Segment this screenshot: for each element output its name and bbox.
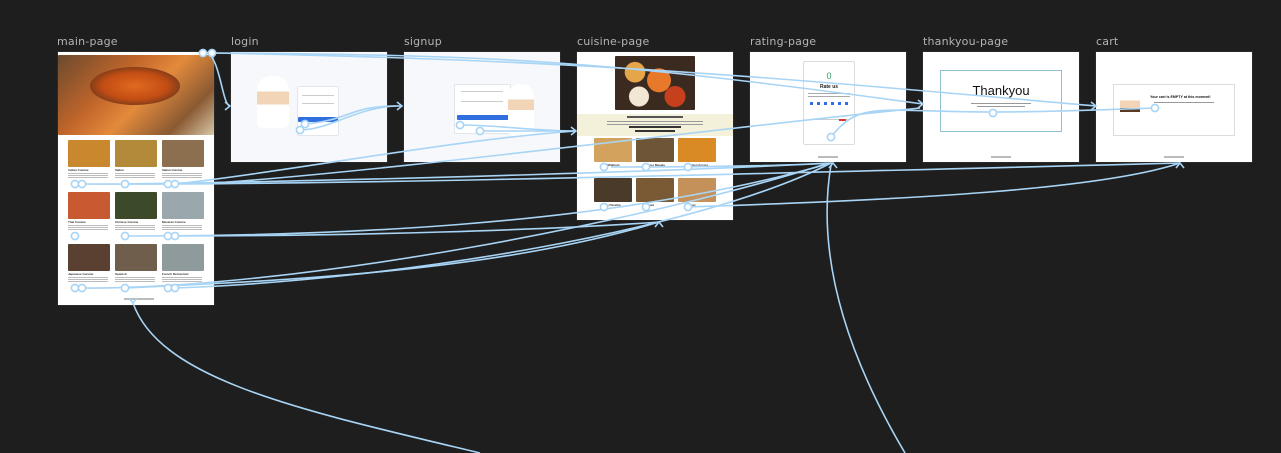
cart-empty-message: Your cart is EMPTY at this moment! bbox=[1150, 95, 1211, 99]
thankyou-heading: Thankyou bbox=[972, 83, 1030, 98]
arrow-head-icon bbox=[570, 126, 578, 136]
frame-label-cuisine-page[interactable]: cuisine-page bbox=[577, 35, 649, 48]
cuisine-card[interactable]: Japanese Cuisine bbox=[68, 244, 110, 290]
dish-title: Biryani bbox=[644, 203, 655, 207]
cart-card: Your cart is EMPTY at this moment! bbox=[1113, 84, 1235, 136]
cuisine-image bbox=[115, 244, 157, 271]
connection-wire[interactable] bbox=[686, 162, 1181, 208]
dish-image bbox=[594, 178, 632, 202]
email-input[interactable] bbox=[461, 101, 503, 102]
cuisine-image bbox=[115, 192, 157, 219]
dish-title: Burger bbox=[686, 203, 696, 207]
frame-label-signup[interactable]: signup bbox=[404, 35, 442, 48]
cuisine-title: Italian Cuisine bbox=[162, 168, 183, 172]
cuisine-title: Japanese Cuisine bbox=[68, 272, 94, 276]
password-input[interactable] bbox=[302, 103, 334, 104]
dish-card[interactable]: Dal Makhani bbox=[594, 138, 632, 174]
frame-label-rating-page[interactable]: rating-page bbox=[750, 35, 816, 48]
rating-card: 0 Rate us bbox=[803, 61, 855, 145]
footer bbox=[124, 298, 154, 300]
chef-cart-image bbox=[1120, 91, 1140, 129]
cuisine-title: Spanish bbox=[115, 272, 127, 276]
signup-frame[interactable] bbox=[404, 52, 560, 162]
cuisine-title: Indian Cuisine bbox=[68, 168, 89, 172]
dishes-hero-image bbox=[615, 56, 695, 110]
cuisine-card[interactable]: Italian Cuisine bbox=[162, 140, 204, 186]
frame-label-login[interactable]: login bbox=[231, 35, 259, 48]
cuisine-card[interactable]: Italian bbox=[115, 140, 157, 186]
connection-wire[interactable] bbox=[132, 302, 481, 453]
cuisine-image bbox=[68, 244, 110, 271]
dish-title: Aloo Paratha bbox=[602, 203, 621, 207]
frame-label-main-page[interactable]: main-page bbox=[57, 35, 118, 48]
cuisine-image bbox=[162, 140, 204, 167]
dish-image bbox=[678, 138, 716, 162]
chef-mascot-image bbox=[257, 76, 289, 128]
arrow-head-icon bbox=[654, 220, 664, 228]
cuisine-title: French Restaurant bbox=[162, 272, 189, 276]
footer bbox=[1164, 156, 1184, 158]
dish-image bbox=[636, 178, 674, 202]
dish-card[interactable]: Biryani bbox=[636, 178, 674, 214]
signup-button[interactable] bbox=[457, 115, 509, 120]
cuisine-page-frame[interactable]: Dal Makhani Paneer Masala Chicken Korma Alo… bbox=[577, 52, 733, 220]
connection-wire[interactable] bbox=[826, 164, 906, 453]
footer bbox=[991, 156, 1011, 158]
signup-form bbox=[454, 84, 511, 134]
dish-card[interactable]: Burger bbox=[678, 178, 716, 214]
connection-wire[interactable] bbox=[174, 221, 660, 237]
frame-label-cart[interactable]: cart bbox=[1096, 35, 1118, 48]
arrow-head-icon bbox=[224, 101, 232, 111]
star-rating-input[interactable] bbox=[810, 102, 848, 105]
frame-label-thankyou-page[interactable]: thankyou-page bbox=[923, 35, 1008, 48]
rating-score: 0 bbox=[826, 71, 832, 81]
cuisine-title: Mexican Cuisine bbox=[162, 220, 186, 224]
dish-title: Chicken Korma bbox=[686, 163, 709, 167]
rating-page-frame[interactable]: 0 Rate us bbox=[750, 52, 906, 162]
cuisine-title: Chinese Cuisine bbox=[115, 220, 139, 224]
cart-frame[interactable]: Your cart is EMPTY at this moment! bbox=[1096, 52, 1252, 162]
curry-bowl-image bbox=[90, 67, 180, 105]
footer bbox=[818, 156, 838, 158]
login-button[interactable] bbox=[298, 117, 338, 122]
cuisine-title: Italian bbox=[115, 168, 124, 172]
cuisine-image bbox=[162, 244, 204, 271]
dish-image bbox=[678, 178, 716, 202]
cuisine-image bbox=[115, 140, 157, 167]
arrow-head-icon bbox=[396, 101, 404, 111]
cuisine-card[interactable]: Spanish bbox=[115, 244, 157, 290]
dish-image bbox=[594, 138, 632, 162]
thankyou-page-frame[interactable]: Thankyou bbox=[923, 52, 1079, 162]
cuisine-card[interactable]: Chinese Cuisine bbox=[115, 192, 157, 238]
arrow-head-icon bbox=[828, 161, 838, 169]
cuisine-card[interactable]: Thai Cuisine bbox=[68, 192, 110, 238]
login-frame[interactable] bbox=[231, 52, 387, 162]
dish-card[interactable]: Paneer Masala bbox=[636, 138, 674, 174]
main-page-frame[interactable]: Indian Cuisine Italian Italian Cuisine Thai… bbox=[58, 52, 214, 305]
login-form bbox=[297, 86, 339, 136]
intro-banner bbox=[577, 114, 733, 136]
cuisine-image bbox=[68, 192, 110, 219]
arrow-head-icon bbox=[1175, 161, 1185, 169]
dish-card[interactable]: Aloo Paratha bbox=[594, 178, 632, 214]
dish-image bbox=[636, 138, 674, 162]
cuisine-image bbox=[162, 192, 204, 219]
section-heading bbox=[629, 126, 681, 128]
name-input[interactable] bbox=[461, 91, 503, 92]
cuisine-image bbox=[68, 140, 110, 167]
cuisine-card[interactable]: Mexican Cuisine bbox=[162, 192, 204, 238]
thankyou-card: Thankyou bbox=[940, 70, 1062, 132]
cuisine-card[interactable]: French Restaurant bbox=[162, 244, 204, 290]
dish-title: Paneer Masala bbox=[644, 163, 665, 167]
chef-kid-image bbox=[508, 84, 534, 136]
username-input[interactable] bbox=[302, 95, 334, 96]
rating-title: Rate us bbox=[819, 84, 839, 90]
dish-card[interactable]: Chicken Korma bbox=[678, 138, 716, 174]
section-subheading bbox=[635, 130, 675, 132]
submit-rating-link[interactable] bbox=[839, 119, 846, 121]
cuisine-card[interactable]: Indian Cuisine bbox=[68, 140, 110, 186]
dish-title: Dal Makhani bbox=[602, 163, 620, 167]
cuisine-title: Thai Cuisine bbox=[68, 220, 86, 224]
